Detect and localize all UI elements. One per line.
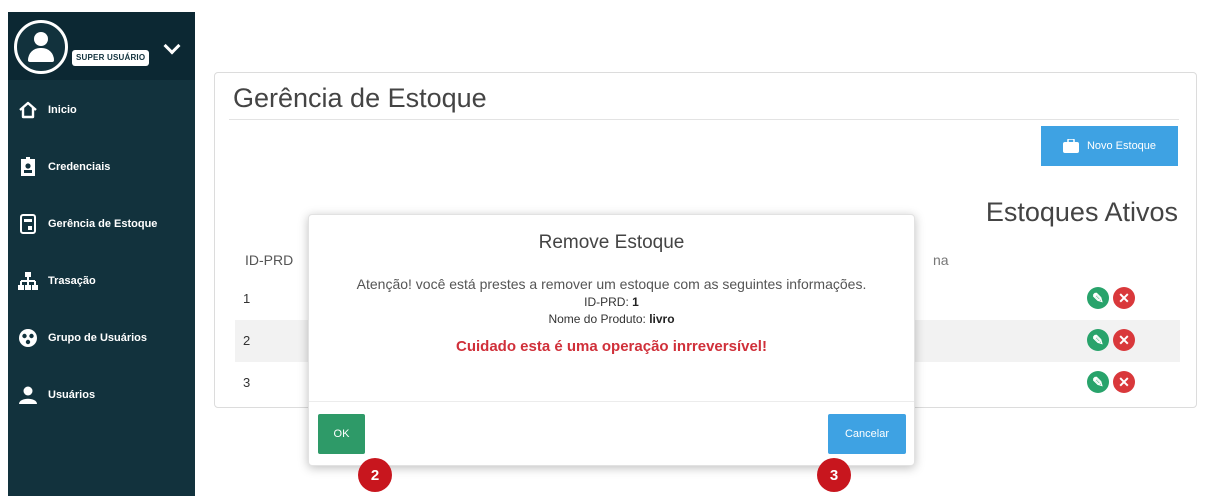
id-card-icon — [8, 157, 48, 177]
edit-icon[interactable]: ✎ — [1087, 329, 1109, 351]
modal-body: Atenção! você está prestes a remover um … — [339, 275, 884, 355]
sidebar-item-label: Usuários — [48, 389, 96, 401]
step-marker-ok: 2 — [358, 458, 392, 492]
avatar-icon — [14, 20, 68, 74]
sidebar-item-gerencia-estoque[interactable]: Gerência de Estoque — [8, 204, 195, 244]
section-title: Estoques Ativos — [985, 197, 1178, 227]
product-name-line: Nome do Produto: livro — [339, 311, 884, 328]
sidebar-item-label: Grupo de Usuários — [48, 332, 148, 344]
modal-title: Remove Estoque — [538, 232, 685, 253]
edit-icon[interactable]: ✎ — [1087, 287, 1109, 309]
new-stock-button[interactable]: Novo Estoque — [1041, 126, 1178, 166]
role-badge: SUPER USUÁRIO — [72, 50, 150, 66]
sidebar-item-label: Credenciais — [48, 161, 111, 173]
cell-id: 1 — [243, 291, 251, 306]
column-header-id: ID-PRD — [245, 252, 294, 268]
product-id-label: ID-PRD: — [584, 295, 629, 309]
delete-icon[interactable]: ✕ — [1113, 329, 1135, 351]
sidebar-item-trasacao[interactable]: Trasação — [8, 261, 195, 301]
divider — [229, 119, 1179, 120]
warning-text: Atenção! você está prestes a remover um … — [356, 276, 867, 292]
user-menu[interactable]: SUPER USUÁRIO — [8, 12, 195, 80]
cell-id: 3 — [243, 375, 251, 390]
sidebar-item-grupo-usuarios[interactable]: Grupo de Usuários — [8, 318, 195, 358]
column-header-partial: na — [933, 252, 949, 268]
sidebar-item-label: Trasação — [48, 275, 96, 287]
sidebar-item-inicio[interactable]: Inicio — [8, 90, 195, 130]
delete-icon[interactable]: ✕ — [1113, 371, 1135, 393]
product-name-label: Nome do Produto: — [548, 312, 646, 326]
product-id-line: ID-PRD: 1 — [339, 294, 884, 311]
remove-stock-modal: Remove Estoque Atenção! você está preste… — [308, 214, 915, 466]
sidebar-item-label: Gerência de Estoque — [48, 218, 158, 230]
product-name-value: livro — [649, 312, 675, 326]
sidebar-item-label: Inicio — [48, 104, 77, 116]
home-icon — [8, 100, 48, 120]
delete-icon[interactable]: ✕ — [1113, 287, 1135, 309]
chevron-down-icon[interactable] — [163, 37, 181, 55]
step-marker-cancel: 3 — [817, 458, 851, 492]
sidebar-item-usuarios[interactable]: Usuários — [8, 375, 195, 415]
sidebar: SUPER USUÁRIO Inicio Credenciais Gerênci… — [8, 12, 195, 496]
divider — [309, 401, 914, 402]
edit-icon[interactable]: ✎ — [1087, 371, 1109, 393]
cancel-button[interactable]: Cancelar — [828, 414, 906, 454]
new-stock-label: Novo Estoque — [1086, 140, 1157, 152]
page-title: Gerência de Estoque — [233, 83, 487, 113]
sidebar-item-credenciais[interactable]: Credenciais — [8, 147, 195, 187]
inventory-icon — [8, 214, 48, 234]
product-id-value: 1 — [632, 295, 639, 309]
briefcase-icon — [1062, 139, 1079, 153]
danger-text: Cuidado esta é uma operação inrreversíve… — [456, 338, 767, 355]
sitemap-icon — [8, 271, 48, 291]
cell-id: 2 — [243, 333, 251, 348]
group-icon — [8, 328, 48, 348]
ok-button[interactable]: OK — [318, 414, 365, 454]
user-icon — [8, 385, 48, 405]
